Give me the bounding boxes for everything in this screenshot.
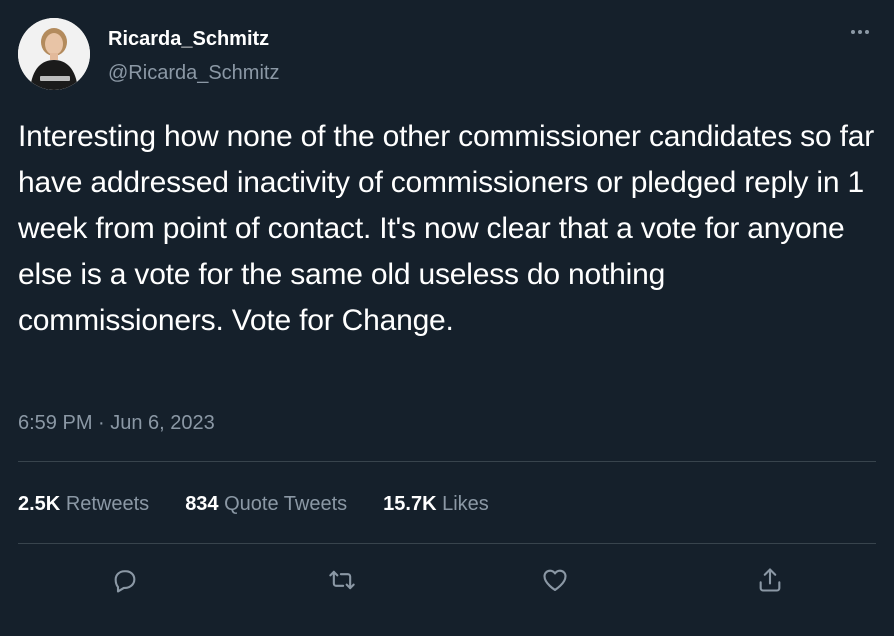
heart-icon [543,569,567,591]
likes-stat[interactable]: 15.7K Likes [383,490,489,518]
tweet-text: Interesting how none of the other commis… [18,120,875,337]
tweet-detail: Ricarda_Schmitz @Ricarda_Schmitz Interes… [0,0,894,636]
retweets-count: 2.5K [18,493,61,515]
display-name[interactable]: Ricarda_Schmitz [108,26,269,52]
engagement-stats: 2.5K Retweets 834 Quote Tweets 15.7K Lik… [18,490,525,518]
quote-tweets-count: 834 [185,493,219,515]
divider [18,461,876,462]
quote-tweets-stat[interactable]: 834 Quote Tweets [185,490,347,518]
quote-tweets-label: Quote Tweets [224,493,348,515]
retweet-icon [329,570,355,590]
reply-icon [114,570,136,593]
retweets-stat[interactable]: 2.5K Retweets [18,490,149,518]
likes-count: 15.7K [383,493,437,515]
action-bar [0,560,894,600]
tweet-timestamp[interactable]: 6:59 PM · Jun 6, 2023 [18,410,215,436]
avatar[interactable] [18,18,90,90]
more-options-button[interactable] [846,22,874,42]
divider [18,543,876,544]
user-handle[interactable]: @Ricarda_Schmitz [108,60,279,86]
retweets-label: Retweets [65,493,150,515]
reply-button[interactable] [105,560,145,600]
like-button[interactable] [535,560,575,600]
more-horizontal-icon [851,30,855,34]
share-icon [759,568,781,592]
retweet-button[interactable] [322,560,362,600]
share-button[interactable] [750,560,790,600]
likes-label: Likes [442,493,489,515]
